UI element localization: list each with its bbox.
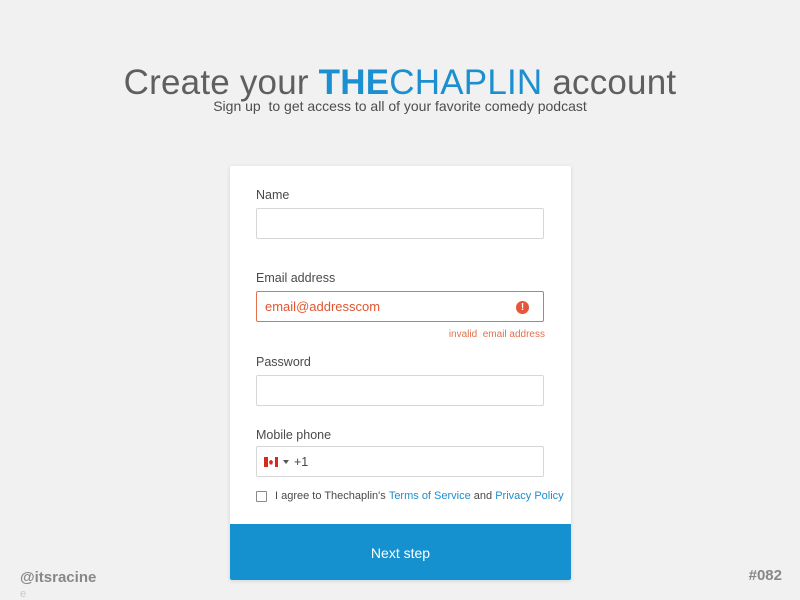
name-field[interactable] <box>256 208 544 239</box>
next-step-button[interactable]: Next step <box>230 524 571 580</box>
terms-checkbox[interactable] <box>256 490 267 502</box>
signup-card: Name Email address ! invalid email addre… <box>230 166 571 580</box>
page-subtitle: Sign up to get access to all of your fav… <box>213 98 587 114</box>
brand-name-bold: THE <box>318 63 390 103</box>
password-field[interactable] <box>256 375 544 406</box>
terms-conjunction: and <box>473 490 493 502</box>
shot-number: #082 <box>748 567 782 584</box>
email-label: Email address <box>256 271 336 285</box>
privacy-policy-link[interactable]: Privacy Policy <box>495 490 563 502</box>
mobile-phone-label: Mobile phone <box>256 428 332 442</box>
author-handle: @itsracine <box>20 569 97 586</box>
dial-code: +1 <box>294 455 309 469</box>
name-label: Name <box>256 188 290 202</box>
title-prefix: Create your <box>123 63 309 103</box>
terms-agreement: I agree to Thechaplin's Terms of Service… <box>256 490 564 502</box>
canada-flag-icon[interactable] <box>264 457 278 467</box>
email-error-message: invalid email address <box>448 329 545 340</box>
mobile-phone-field[interactable]: +1 <box>256 446 544 477</box>
terms-of-service-link[interactable]: Terms of Service <box>389 490 471 502</box>
stray-text: e <box>20 588 27 600</box>
password-label: Password <box>256 355 311 369</box>
email-field[interactable] <box>256 291 544 322</box>
brand-name-light: CHAPLIN <box>389 63 543 103</box>
title-suffix: account <box>552 63 677 103</box>
chevron-down-icon[interactable] <box>283 460 289 464</box>
terms-text: I agree to Thechaplin's <box>275 490 386 502</box>
error-icon: ! <box>516 301 529 314</box>
